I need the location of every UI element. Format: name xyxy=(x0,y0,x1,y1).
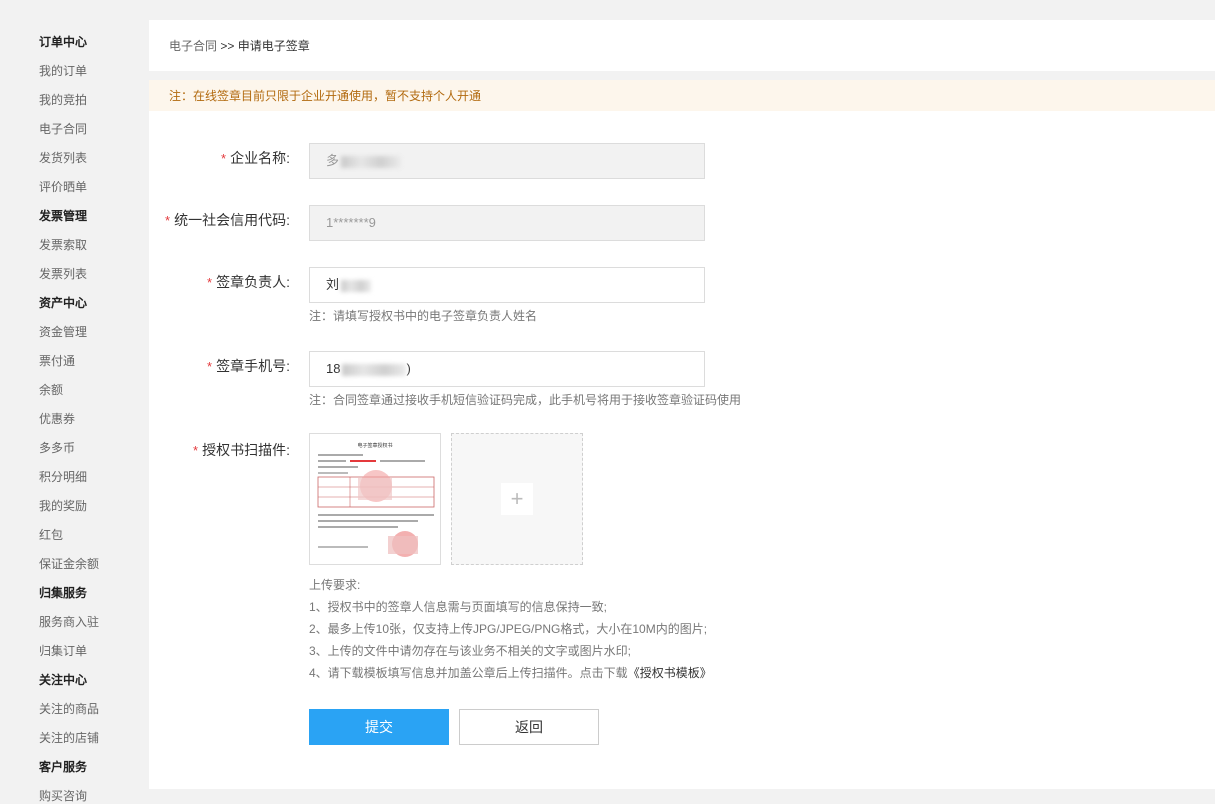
signer-hint: 注：请填写授权书中的电子签章负责人姓名 xyxy=(309,309,538,323)
notice-text: 注：在线签章目前只限于企业开通使用，暂不支持个人开通 xyxy=(169,89,482,103)
sidebar: 订单中心 我的订单 我的竞拍 电子合同 发货列表 评价晒单 发票管理 发票索取 … xyxy=(0,0,140,803)
breadcrumb-separator: >> xyxy=(220,39,235,53)
signer-input[interactable]: 刘 xyxy=(309,267,705,303)
requirement-item: 3、上传的文件中请勿存在与该业务不相关的文字或图片水印; xyxy=(309,644,632,658)
sidebar-item-red-packets[interactable]: 红包 xyxy=(39,527,63,543)
required-mark: * xyxy=(207,275,213,290)
phone-input[interactable]: 18) xyxy=(309,351,705,387)
required-mark: * xyxy=(221,151,227,166)
sidebar-item-e-contract[interactable]: 电子合同 xyxy=(39,121,87,137)
thumb-title: 电子签章授权书 xyxy=(357,442,392,449)
back-button[interactable]: 返回 xyxy=(459,709,599,745)
sidebar-item-duoduo-coins[interactable]: 多多币 xyxy=(39,440,75,456)
submit-button[interactable]: 提交 xyxy=(309,709,449,745)
download-template-link[interactable]: 《授权书模板》 xyxy=(628,666,712,680)
credit-code-value: 1*******9 xyxy=(326,215,376,230)
company-name-label: * 企业名称: xyxy=(221,148,290,169)
company-name-value: 多 xyxy=(326,153,340,168)
required-mark: * xyxy=(193,443,199,458)
sidebar-item-deposit-balance[interactable]: 保证金余额 xyxy=(39,556,99,572)
credit-code-label: * 统一社会信用代码: xyxy=(165,210,290,231)
sidebar-item-my-auctions[interactable]: 我的竞拍 xyxy=(39,92,87,108)
signer-label: * 签章负责人: xyxy=(207,272,290,293)
sidebar-item-fund-management[interactable]: 资金管理 xyxy=(39,324,87,340)
sidebar-item-followed-shops[interactable]: 关注的店铺 xyxy=(39,730,99,746)
auth-document-thumbnail[interactable]: 电子签章授权书 xyxy=(309,433,441,565)
sidebar-item-shipping-list[interactable]: 发货列表 xyxy=(39,150,87,166)
sidebar-item-followed-products[interactable]: 关注的商品 xyxy=(39,701,99,717)
requirement-item-text: 4、请下载模板填写信息并加盖公章后上传扫描件。点击下载 xyxy=(309,666,628,680)
requirement-item: 4、请下载模板填写信息并加盖公章后上传扫描件。点击下载《授权书模板》 xyxy=(309,665,712,681)
phone-value: 18 xyxy=(326,361,341,376)
credit-code-label-text: 统一社会信用代码: xyxy=(174,212,290,228)
upload-image-button[interactable]: + xyxy=(451,433,583,565)
redacted-blur xyxy=(342,363,407,376)
requirement-item: 2、最多上传10张，仅支持上传JPG/JPEG/PNG格式，大小在10M内的图片… xyxy=(309,622,708,636)
signer-label-text: 签章负责人: xyxy=(216,274,290,290)
sidebar-item-piaofutong[interactable]: 票付通 xyxy=(39,353,75,369)
sidebar-item-collection-orders[interactable]: 归集订单 xyxy=(39,643,87,659)
required-mark: * xyxy=(207,359,213,374)
redacted-blur xyxy=(341,155,402,168)
document-preview-image: 电子签章授权书 xyxy=(317,442,435,557)
requirement-item: 1、授权书中的签章人信息需与页面填写的信息保持一致; xyxy=(309,600,608,614)
sidebar-item-points[interactable]: 积分明细 xyxy=(39,469,87,485)
sidebar-item-reviews[interactable]: 评价晒单 xyxy=(39,179,87,195)
breadcrumb: 电子合同 >> 申请电子签章 xyxy=(169,38,310,54)
sidebar-head-collection-service: 归集服务 xyxy=(39,586,88,600)
sidebar-head-follow-center: 关注中心 xyxy=(39,673,88,687)
sidebar-head-customer-service: 客户服务 xyxy=(39,760,88,774)
sidebar-item-provider-join[interactable]: 服务商入驻 xyxy=(39,614,99,630)
requirements-title: 上传要求: xyxy=(309,578,361,592)
sidebar-head-assets: 资产中心 xyxy=(39,296,88,310)
redacted-blur xyxy=(341,279,372,292)
signer-value: 刘 xyxy=(326,277,340,292)
plus-icon: + xyxy=(501,483,533,515)
phone-label-text: 签章手机号: xyxy=(216,358,290,374)
phone-value-tail: ) xyxy=(406,361,411,376)
breadcrumb-current: 申请电子签章 xyxy=(237,39,310,53)
breadcrumb-bar: 电子合同 >> 申请电子签章 xyxy=(149,20,1215,80)
sidebar-item-coupons[interactable]: 优惠券 xyxy=(39,411,75,427)
sidebar-item-invoice-list[interactable]: 发票列表 xyxy=(39,266,87,282)
breadcrumb-link-e-contract[interactable]: 电子合同 xyxy=(169,39,217,53)
notice-banner: 注：在线签章目前只限于企业开通使用，暂不支持个人开通 xyxy=(149,80,1215,111)
sidebar-item-my-orders[interactable]: 我的订单 xyxy=(39,63,87,79)
phone-hint: 注：合同签章通过接收手机短信验证码完成，此手机号将用于接收签章验证码使用 xyxy=(309,393,742,407)
auth-scan-label-text: 授权书扫描件: xyxy=(202,442,290,458)
phone-label: * 签章手机号: xyxy=(207,356,290,377)
sidebar-item-invoice-request[interactable]: 发票索取 xyxy=(39,237,87,253)
main-panel: 电子合同 >> 申请电子签章 注：在线签章目前只限于企业开通使用，暂不支持个人开… xyxy=(149,20,1215,789)
credit-code-field: 1*******9 xyxy=(309,205,705,241)
sidebar-item-purchase-inquiry[interactable]: 购买咨询 xyxy=(39,788,87,804)
sidebar-item-rewards[interactable]: 我的奖励 xyxy=(39,498,87,514)
company-name-field: 多 xyxy=(309,143,705,179)
required-mark: * xyxy=(165,213,171,228)
sidebar-item-balance[interactable]: 余额 xyxy=(39,382,63,398)
sidebar-head-invoice: 发票管理 xyxy=(39,209,88,223)
auth-scan-label: * 授权书扫描件: xyxy=(193,440,290,461)
company-name-label-text: 企业名称: xyxy=(230,150,290,166)
sidebar-head-order-center: 订单中心 xyxy=(39,35,88,49)
